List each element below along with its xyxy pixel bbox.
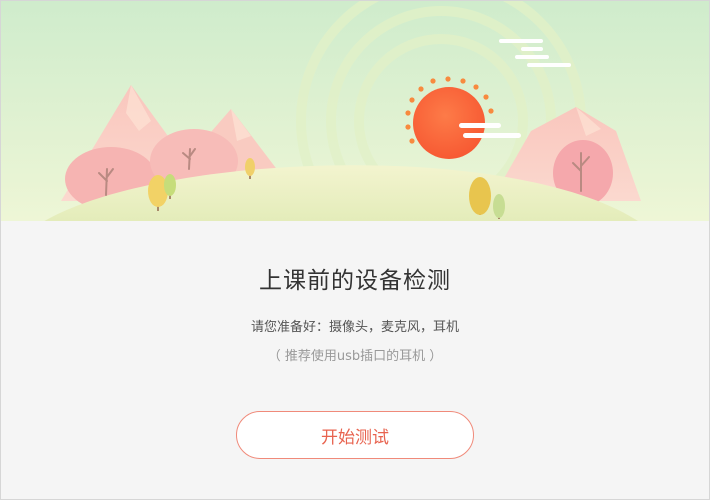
start-test-button[interactable]: 开始测试	[236, 411, 474, 459]
page-title: 上课前的设备检测	[259, 268, 451, 294]
device-check-dialog: 上课前的设备检测 请您准备好：摄像头，麦克风，耳机 （ 推荐使用usb插口的耳机…	[0, 0, 710, 500]
device-check-content: 上课前的设备检测 请您准备好：摄像头，麦克风，耳机 （ 推荐使用usb插口的耳机…	[1, 221, 709, 499]
device-requirements-text: 请您准备好：摄像头，麦克风，耳机	[250, 320, 459, 335]
headset-hint-text: （ 推荐使用usb插口的耳机 ）	[267, 349, 443, 364]
illustration-banner	[1, 1, 709, 221]
